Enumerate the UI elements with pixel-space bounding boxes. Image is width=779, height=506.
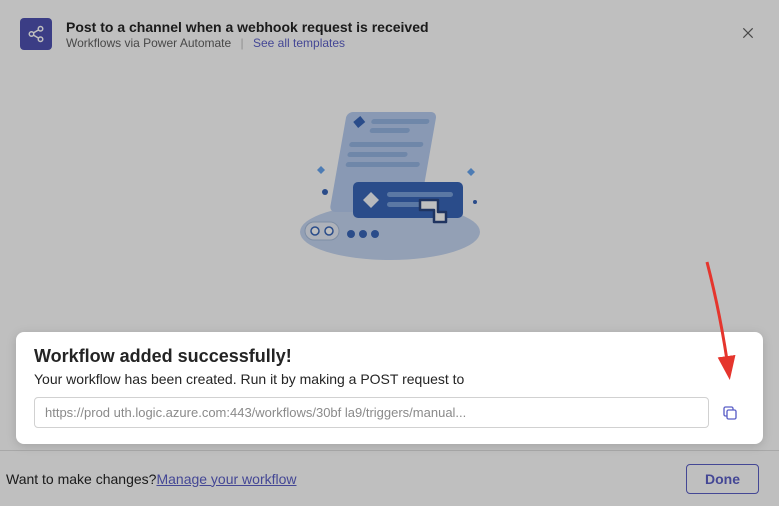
workflow-illustration (0, 102, 779, 262)
dialog-title: Post to a channel when a webhook request… (66, 19, 759, 35)
copy-icon (721, 404, 739, 422)
success-description: Your workflow has been created. Run it b… (34, 371, 745, 387)
dialog-subtitle: Workflows via Power Automate (66, 36, 231, 50)
success-panel: Workflow added successfully! Your workfl… (16, 332, 763, 444)
copy-url-button[interactable] (715, 398, 745, 428)
webhook-url-input[interactable]: https://prod uth.logic.azure.com:443/wor… (34, 397, 709, 428)
header-text-block: Post to a channel when a webhook request… (66, 19, 759, 50)
done-button[interactable]: Done (686, 464, 759, 494)
separator: | (241, 36, 244, 50)
dialog-subtitle-row: Workflows via Power Automate | See all t… (66, 36, 759, 50)
bottom-bar: Want to make changes? Manage your workfl… (0, 450, 779, 506)
dialog-header: Post to a channel when a webhook request… (0, 0, 779, 62)
bottom-prompt: Want to make changes? (6, 471, 156, 487)
illustration-svg (285, 102, 495, 262)
see-all-templates-link[interactable]: See all templates (253, 36, 345, 50)
url-row: https://prod uth.logic.azure.com:443/wor… (34, 397, 745, 428)
manage-workflow-link[interactable]: Manage your workflow (156, 471, 296, 487)
success-title: Workflow added successfully! (34, 346, 745, 367)
workflow-share-icon (20, 18, 52, 50)
close-button[interactable] (741, 26, 755, 45)
